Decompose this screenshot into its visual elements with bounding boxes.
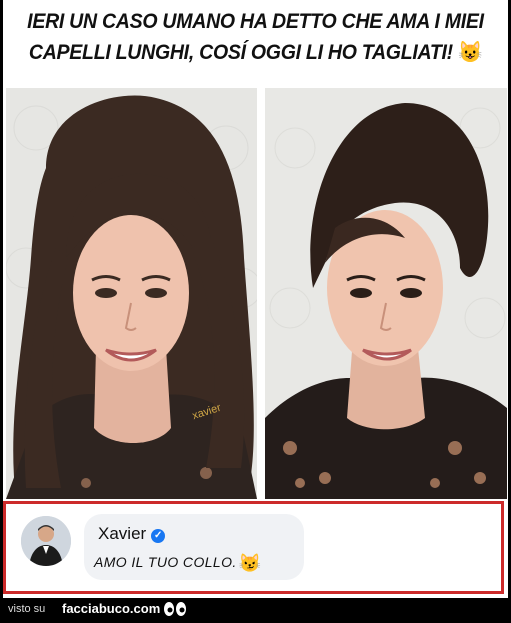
comment-bubble: Xavier ✓ AMO IL TUO COLLO. 😼	[84, 514, 304, 580]
comment-box: Xavier ✓ AMO IL TUO COLLO. 😼	[3, 501, 504, 594]
comment-text-body: AMO IL TUO COLLO.	[94, 554, 237, 570]
footer-prefix: visto su	[8, 603, 46, 615]
footer-site-link[interactable]: facciabuco.com	[62, 601, 160, 616]
eyes-icon	[164, 602, 186, 616]
avatar-icon	[21, 516, 71, 566]
comment-text: AMO IL TUO COLLO. 😼	[94, 553, 262, 574]
cat-emoji-icon: 😺	[458, 41, 483, 64]
footer-bar: visto su facciabuco.com	[0, 598, 511, 623]
photo-after	[265, 88, 507, 499]
meme-caption: IERI UN CASO UMANO HA DETTO CHE AMA I MI…	[21, 6, 491, 68]
verified-badge-icon: ✓	[151, 529, 166, 543]
photo-before: xavier	[6, 88, 257, 499]
author-name[interactable]: Xavier	[98, 524, 146, 543]
smirk-cat-emoji-icon: 😼	[238, 553, 262, 573]
short-hair-portrait	[265, 88, 507, 499]
caption-line-2-text: CAPELLI LUNGHI, COSÍ OGGI LI HO TAGLIATI…	[28, 41, 453, 64]
caption-line-2: CAPELLI LUNGHI, COSÍ OGGI LI HO TAGLIATI…	[21, 37, 491, 68]
comment-author[interactable]: Xavier ✓	[98, 524, 166, 544]
long-hair-portrait	[6, 88, 257, 499]
caption-line-1: IERI UN CASO UMANO HA DETTO CHE AMA I MI…	[27, 10, 484, 33]
avatar[interactable]	[21, 516, 71, 566]
